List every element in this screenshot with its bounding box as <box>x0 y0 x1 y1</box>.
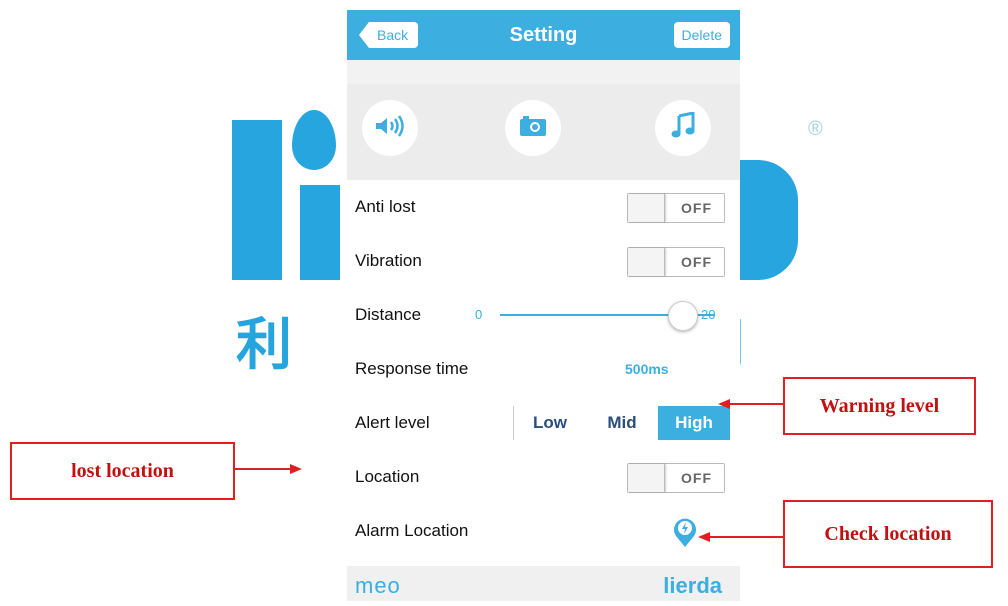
annotation-arrows <box>235 399 783 542</box>
